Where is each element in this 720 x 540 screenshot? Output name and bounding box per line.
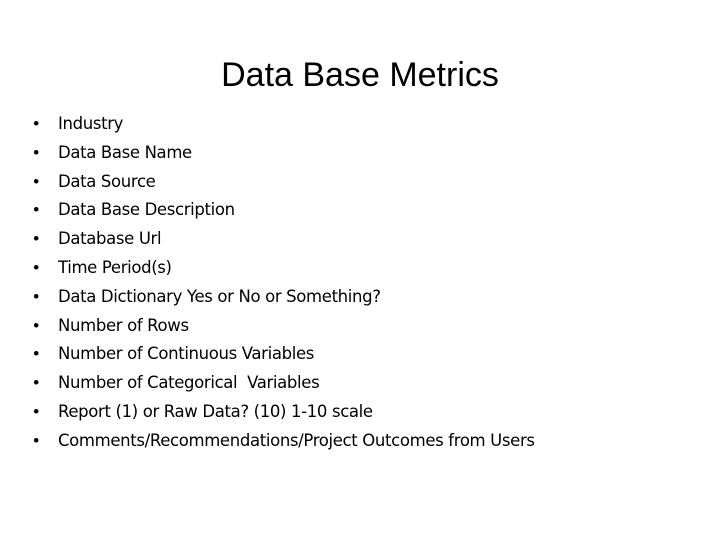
bullet-icon: •	[33, 200, 39, 220]
bullet-icon: •	[33, 344, 39, 364]
list-item-label: Number of Categorical Variables	[58, 373, 320, 393]
list-item-label: Industry	[58, 114, 124, 133]
bullet-icon: •	[33, 229, 39, 249]
list-item-label: Data Source	[58, 171, 156, 191]
list-item-label: Data Base Name	[58, 142, 192, 162]
bullet-icon: •	[33, 430, 39, 450]
bullet-icon: •	[33, 114, 39, 133]
list-item-label: Time Period(s)	[58, 257, 172, 277]
list-item-label: Number of Continuous Variables	[58, 344, 315, 364]
list-item-label: Data Dictionary Yes or No or Something?	[58, 286, 381, 306]
list-item-label: Number of Rows	[58, 315, 189, 335]
slide-title: Data Base Metrics	[221, 56, 499, 94]
list-item-label: Data Base Description	[58, 200, 235, 220]
bullet-icon: •	[33, 142, 39, 162]
bullet-icon: •	[33, 257, 39, 277]
bullet-icon: •	[33, 286, 39, 306]
bullet-icon: •	[33, 401, 39, 421]
list-item-label: Report (1) or Raw Data? (10) 1-10 scale	[58, 401, 373, 421]
list-item-label: Database Url	[58, 229, 162, 249]
bullet-icon: •	[33, 373, 39, 393]
bullet-icon: •	[33, 171, 39, 191]
list-item-label: Comments/Recommendations/Project Outcome…	[58, 430, 535, 450]
bullet-icon: •	[33, 315, 39, 335]
